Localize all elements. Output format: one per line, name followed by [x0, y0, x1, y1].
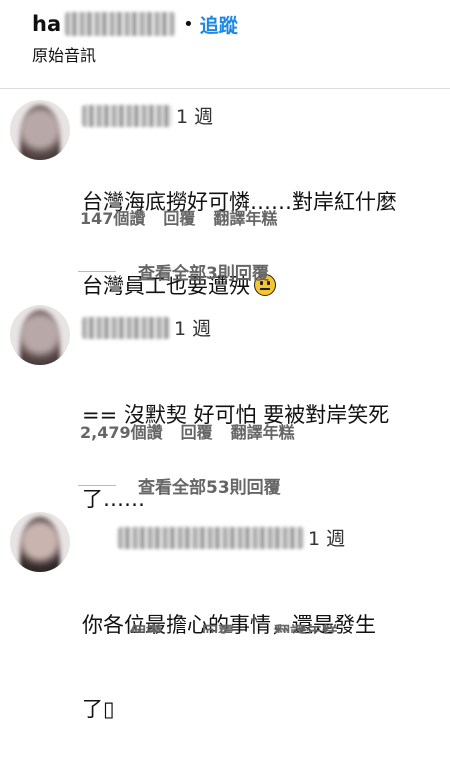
- separator-dot: •: [183, 13, 194, 35]
- likes-count[interactable]: 147個讚: [80, 205, 145, 229]
- avatar[interactable]: [10, 305, 70, 365]
- view-replies-button[interactable]: 查看全部53則回覆: [78, 473, 281, 498]
- likes-count[interactable]: 個讚: [130, 624, 162, 633]
- avatar[interactable]: [10, 100, 70, 160]
- comment-timestamp: 1 週: [308, 528, 346, 550]
- redacted-commenter-name[interactable]: [82, 316, 170, 339]
- comment-line: 了▯: [82, 697, 115, 721]
- comment-text: 你各位最擔心的事情，還是發生 了▯: [82, 555, 376, 779]
- replies-divider-line: [78, 271, 116, 272]
- reply-button[interactable]: 回覆: [181, 419, 213, 443]
- likes-count[interactable]: 2,479個讚: [80, 419, 163, 443]
- username[interactable]: ha: [32, 12, 61, 36]
- audio-label[interactable]: 原始音訊: [32, 42, 442, 66]
- view-replies-button[interactable]: 查看全部3則回覆: [78, 259, 269, 284]
- comment-timestamp: 1 週: [176, 106, 214, 128]
- view-replies-label: 查看全部53則回覆: [138, 478, 281, 498]
- post-header: ha • 追蹤 原始音訊: [32, 8, 442, 66]
- redacted-commenter-name[interactable]: [118, 526, 304, 549]
- redacted-username: [65, 12, 176, 36]
- header-divider: [0, 88, 450, 89]
- comment-timestamp: 1 週: [174, 318, 212, 340]
- translate-button[interactable]: 翻譯年糕: [274, 624, 338, 633]
- translate-button[interactable]: 翻譯年糕: [231, 419, 295, 443]
- reply-button[interactable]: 回覆: [202, 624, 234, 633]
- redacted-commenter-name[interactable]: [82, 104, 172, 127]
- comment-actions-cut-off: 個讚 回覆 翻譯年糕: [130, 624, 338, 633]
- avatar[interactable]: [10, 512, 70, 572]
- follow-button[interactable]: 追蹤: [200, 11, 238, 38]
- translate-button[interactable]: 翻譯年糕: [213, 205, 277, 229]
- replies-divider-line: [78, 485, 116, 486]
- view-replies-label: 查看全部3則回覆: [138, 264, 269, 284]
- reply-button[interactable]: 回覆: [163, 205, 195, 229]
